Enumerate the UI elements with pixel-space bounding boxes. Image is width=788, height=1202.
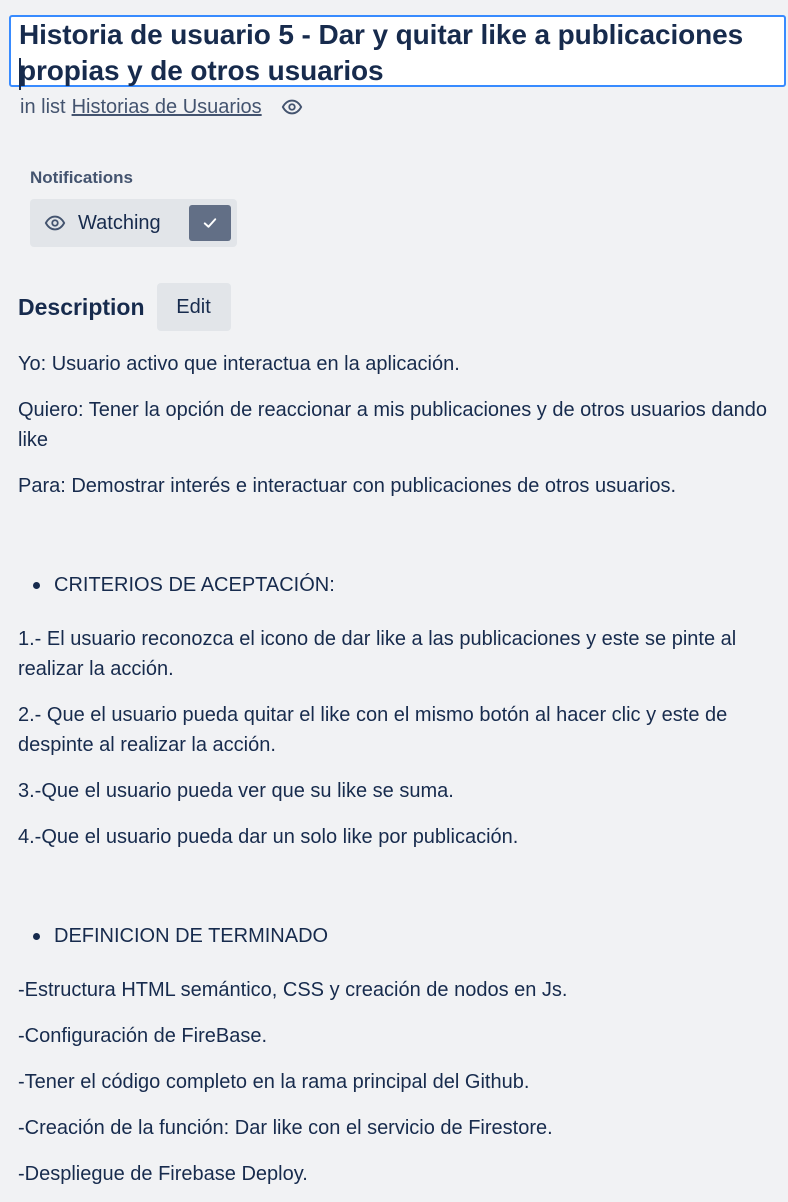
definition-item: -Despliegue de Firebase Deploy. bbox=[18, 1163, 308, 1185]
watching-button[interactable]: Watching bbox=[30, 199, 237, 247]
watching-label: Watching bbox=[78, 211, 161, 234]
definition-item: -Tener el código completo en la rama pri… bbox=[18, 1071, 530, 1093]
definition-item: -Configuración de FireBase. bbox=[18, 1025, 268, 1047]
criteria-item: 3.-Que el usuario pueda ver que su like … bbox=[18, 780, 454, 802]
list-item: DEFINICION DE TERMINADO bbox=[33, 921, 328, 951]
bullet-dot bbox=[33, 581, 40, 589]
card-list-info: in list Historias de Usuarios bbox=[20, 94, 304, 120]
eye-icon bbox=[44, 212, 66, 234]
in-list-prefix: in list bbox=[20, 95, 66, 118]
list-item: CRITERIOS DE ACEPTACIÓN: bbox=[33, 570, 335, 600]
definition-item: -Estructura HTML semántico, CSS y creaci… bbox=[18, 979, 568, 1001]
definition-heading: DEFINICION DE TERMINADO bbox=[54, 925, 329, 947]
criteria-item: 1.- El usuario reconozca el icono de dar… bbox=[18, 628, 737, 680]
criteria-heading: CRITERIOS DE ACEPTACIÓN: bbox=[54, 574, 335, 596]
criteria-item: 4.-Que el usuario pueda dar un solo like… bbox=[18, 826, 519, 848]
description-header: Description Edit bbox=[18, 283, 231, 331]
definition-item: -Creación de la función: Dar like con el… bbox=[18, 1117, 553, 1139]
description-heading: Description bbox=[18, 293, 145, 320]
description-paragraph: Yo: Usuario activo que interactua en la … bbox=[18, 353, 460, 375]
card-title-editor[interactable]: Historia de usuario 5 - Dar y quitar lik… bbox=[9, 15, 786, 90]
criteria-item: 2.- Que el usuario pueda quitar el like … bbox=[18, 704, 728, 756]
check-icon bbox=[189, 205, 231, 241]
eye-icon bbox=[280, 95, 304, 119]
list-link[interactable]: Historias de Usuarios bbox=[72, 96, 262, 119]
description-paragraph: Quiero: Tener la opción de reaccionar a … bbox=[18, 399, 767, 451]
bullet-dot bbox=[33, 932, 40, 940]
card-title[interactable]: Historia de usuario 5 - Dar y quitar lik… bbox=[19, 17, 784, 89]
edit-description-button[interactable]: Edit bbox=[156, 283, 231, 331]
text-caret bbox=[19, 58, 21, 90]
description-paragraph: Para: Demostrar interés e interactuar co… bbox=[18, 475, 677, 497]
notifications-label: Notifications bbox=[30, 168, 133, 187]
